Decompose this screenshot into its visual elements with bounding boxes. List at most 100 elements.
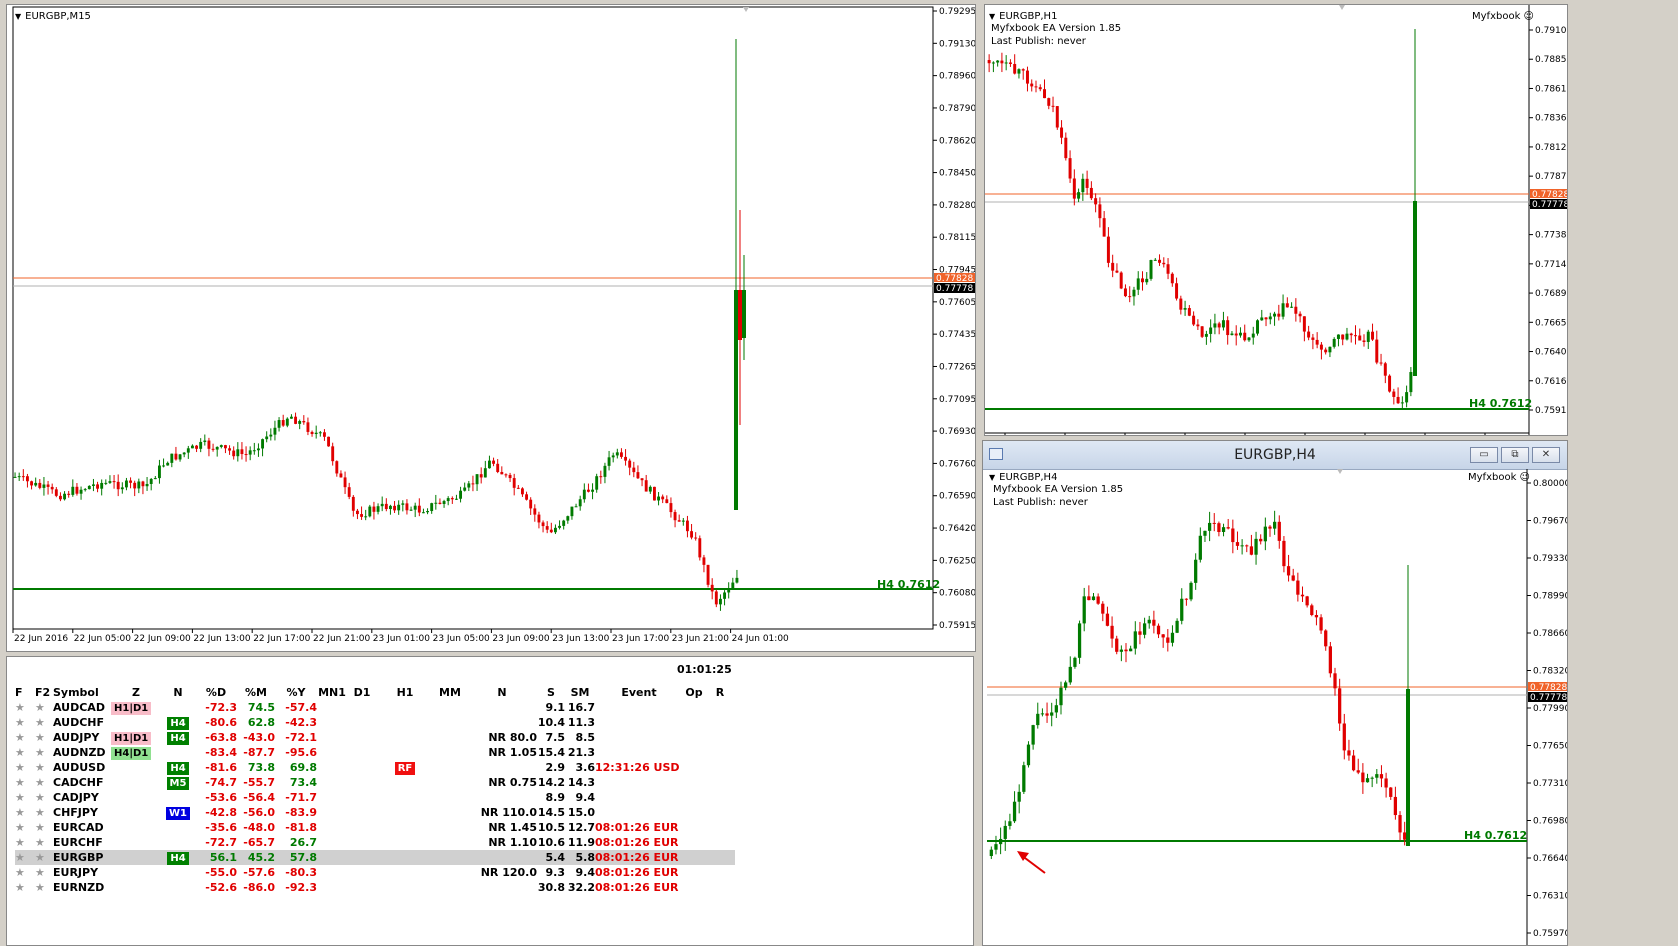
star-icon[interactable]: ★ — [15, 851, 25, 864]
column-header[interactable]: R — [705, 685, 735, 700]
table-cell — [467, 715, 537, 730]
table-cell: 56.1 — [195, 850, 237, 865]
star-icon[interactable]: ★ — [15, 806, 25, 819]
star-icon[interactable]: ★ — [35, 731, 45, 744]
column-header[interactable]: Event — [595, 685, 683, 700]
candle-body — [1230, 333, 1234, 336]
event: 12:31:26 USD — [595, 761, 680, 774]
star-icon[interactable]: ★ — [35, 791, 45, 804]
star-icon[interactable]: ★ — [15, 746, 25, 759]
table-cell — [433, 775, 467, 790]
table-cell: 45.2 — [237, 850, 275, 865]
column-header[interactable]: SM — [565, 685, 595, 700]
column-header[interactable]: N — [161, 685, 195, 700]
star-icon[interactable]: ★ — [15, 881, 25, 894]
candle-body — [54, 489, 58, 496]
column-header[interactable]: Z — [111, 685, 161, 700]
column-header[interactable]: Op — [683, 685, 705, 700]
candle-body — [322, 432, 326, 437]
candlestick-chart-h4[interactable]: 0.80000 0.79670 0.79330 0.78990 0.78660 0.783… — [983, 441, 1568, 946]
nr-value: NR 1.05 — [488, 746, 537, 759]
table-row[interactable]: ★ ★ AUDNZD H4|D1 -83.4 -87.7 -95.6 NR 1.05 15.4 2… — [15, 745, 735, 760]
candle-body — [1307, 331, 1311, 338]
table-row[interactable]: ★ ★ AUDJPY H1|D1 H4 -63.8 -43.0 -72.1 NR 80.0 7.5… — [15, 730, 735, 745]
candle-body — [50, 486, 54, 490]
table-row[interactable]: ★ ★ EURCHF -72.7 -65.7 26.7 NR 1.10 10.6 11.9 08:… — [15, 835, 735, 850]
chart-window-m15[interactable]: 0.79295 0.79130 0.78960 0.78790 0.78620 0.784… — [6, 4, 976, 652]
dropdown-triangle-icon[interactable]: ▼ — [15, 12, 21, 21]
candle-body — [133, 482, 137, 489]
column-header[interactable]: F2 — [35, 685, 53, 700]
candle-body — [100, 482, 104, 489]
table-row[interactable]: ★ ★ EURNZD -52.6 -86.0 -92.3 30.8 32.2 08:01:26 … — [15, 880, 735, 895]
candle-body — [265, 436, 269, 440]
star-icon[interactable]: ★ — [15, 791, 25, 804]
candle-body — [409, 509, 413, 511]
candle-body — [384, 503, 388, 510]
column-header[interactable]: %D — [195, 685, 237, 700]
candle-body — [1238, 332, 1242, 336]
star-icon[interactable]: ★ — [15, 701, 25, 714]
column-header[interactable]: %M — [237, 685, 275, 700]
column-header[interactable]: %Y — [275, 685, 317, 700]
column-header[interactable]: Symbol — [53, 685, 111, 700]
column-header[interactable]: S — [537, 685, 565, 700]
chart-window-h1[interactable]: 0.79100 0.78855 0.78610 0.78365 0.78120 0.778… — [984, 4, 1568, 436]
table-row[interactable]: ★ ★ AUDCAD H1|D1 -72.3 74.5 -57.4 9.1 16.7 — [15, 700, 735, 715]
candle-body — [1398, 815, 1402, 833]
table-row[interactable]: ★ ★ EURGBP H4 56.1 45.2 57.8 5.4 5.8 08:01:26 EUR — [15, 850, 735, 865]
dropdown-triangle-icon[interactable]: ▼ — [989, 473, 995, 482]
table-cell: RF — [377, 760, 433, 775]
table-cell: -63.8 — [195, 730, 237, 745]
candlestick-chart-h1[interactable]: 0.79100 0.78855 0.78610 0.78365 0.78120 0.778… — [985, 5, 1568, 436]
column-header[interactable]: F — [15, 685, 35, 700]
star-icon[interactable]: ★ — [35, 836, 45, 849]
star-icon[interactable]: ★ — [15, 821, 25, 834]
star-icon[interactable]: ★ — [15, 731, 25, 744]
candlestick-chart-m15[interactable]: 0.79295 0.79130 0.78960 0.78790 0.78620 0.784… — [7, 5, 976, 652]
table-row[interactable]: ★ ★ EURJPY -55.0 -57.6 -80.3 NR 120.0 9.3 9.4 08:… — [15, 865, 735, 880]
star-icon[interactable]: ★ — [35, 761, 45, 774]
column-header[interactable]: D1 — [347, 685, 377, 700]
dropdown-triangle-icon[interactable]: ▼ — [989, 12, 995, 21]
star-icon[interactable]: ★ — [35, 716, 45, 729]
table-row[interactable]: ★ ★ CADCHF M5 -74.7 -55.7 73.4 NR 0.75 14.2 14.3 — [15, 775, 735, 790]
star-icon[interactable]: ★ — [35, 776, 45, 789]
table-cell: ★ — [15, 835, 35, 850]
column-header[interactable]: H1 — [377, 685, 433, 700]
table-cell: -74.7 — [195, 775, 237, 790]
star-icon[interactable]: ★ — [35, 701, 45, 714]
table-row[interactable]: ★ ★ CADJPY -53.6 -56.4 -71.7 8.9 9.4 — [15, 790, 735, 805]
candle-body — [475, 474, 479, 485]
pct-m: -56.4 — [243, 791, 275, 804]
chart-window-h4[interactable]: EURGBP,H4 ▭ ⧉ ✕ 0.80000 0.79670 0.79330 0.7… — [982, 440, 1568, 946]
table-cell — [377, 820, 433, 835]
table-cell: 5.4 — [537, 850, 565, 865]
star-icon[interactable]: ★ — [15, 836, 25, 849]
star-icon[interactable]: ★ — [35, 746, 45, 759]
star-icon[interactable]: ★ — [15, 761, 25, 774]
star-icon[interactable]: ★ — [15, 776, 25, 789]
column-header[interactable]: N — [467, 685, 537, 700]
table-row[interactable]: ★ ★ AUDUSD H4 -81.6 73.8 69.8 RF 2.9 3.6 12:31:26 … — [15, 760, 735, 775]
star-icon[interactable]: ★ — [35, 821, 45, 834]
candle-body — [1356, 770, 1360, 773]
star-icon[interactable]: ★ — [35, 866, 45, 879]
table-row[interactable]: ★ ★ CHFJPY W1 -42.8 -56.0 -83.9 NR 110.0 14.5 15.… — [15, 805, 735, 820]
star-icon[interactable]: ★ — [35, 851, 45, 864]
table-row[interactable]: ★ ★ EURCAD -35.6 -48.0 -81.8 NR 1.45 10.5 12.7 08… — [15, 820, 735, 835]
column-header[interactable]: MN1 — [317, 685, 347, 700]
star-icon[interactable]: ★ — [15, 866, 25, 879]
star-icon[interactable]: ★ — [35, 881, 45, 894]
table-row[interactable]: ★ ★ AUDCHF H4 -80.6 62.8 -42.3 10.4 11.3 — [15, 715, 735, 730]
candle-body — [421, 512, 425, 514]
column-header[interactable]: MM — [433, 685, 467, 700]
star-icon[interactable]: ★ — [15, 716, 25, 729]
price-tick-label: 0.78855 — [1535, 55, 1568, 65]
candle-body — [1142, 623, 1147, 635]
table-cell: 10.4 — [537, 715, 565, 730]
candle-body — [215, 446, 219, 450]
spread: 5.4 — [545, 851, 566, 864]
star-icon[interactable]: ★ — [35, 806, 45, 819]
candle-body — [1102, 218, 1106, 237]
